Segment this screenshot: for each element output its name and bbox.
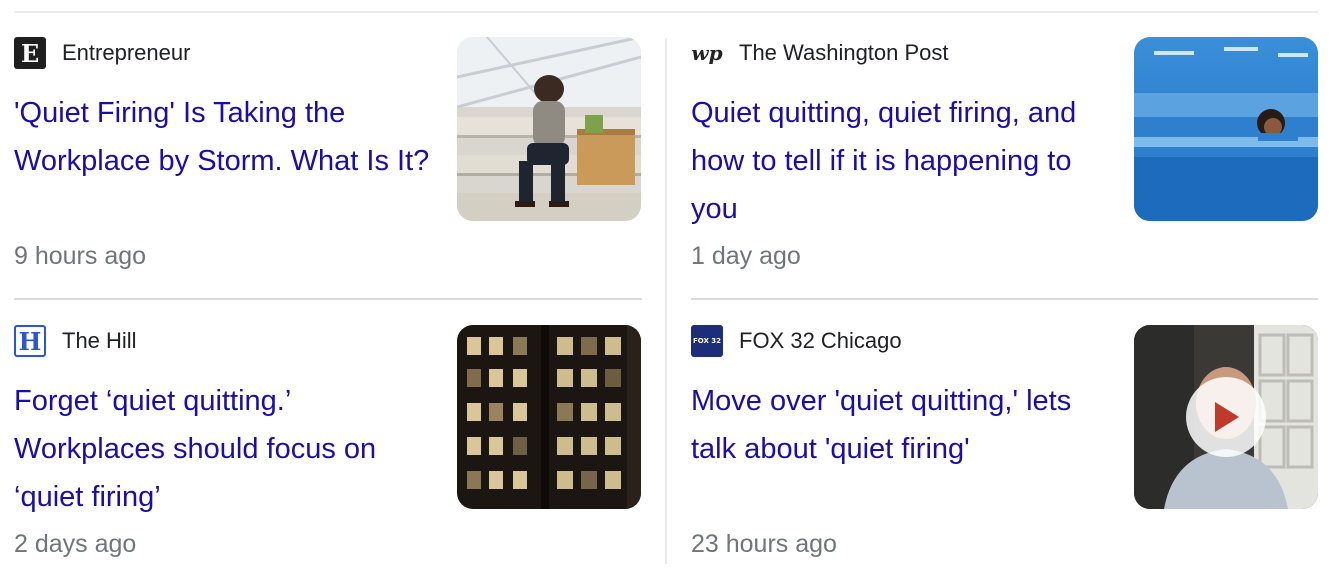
news-card-washington-post[interactable]: wp The Washington Post Quiet quitting, q… <box>691 37 1319 287</box>
news-card-fox32-chicago[interactable]: FOX 32 FOX 32 Chicago Move over 'quiet q… <box>691 325 1319 570</box>
news-headline[interactable]: 'Quiet Firing' Is Taking the Workplace b… <box>14 89 439 185</box>
top-stories-grid: E Entrepreneur 'Quiet Firing' Is Taking … <box>0 0 1332 570</box>
news-thumbnail[interactable] <box>1134 325 1318 509</box>
news-headline[interactable]: Move over 'quiet quitting,' lets talk ab… <box>691 377 1116 473</box>
row-divider-right <box>691 298 1318 300</box>
source-name: The Washington Post <box>739 40 949 65</box>
source-name: FOX 32 Chicago <box>739 328 902 353</box>
news-thumbnail[interactable] <box>457 37 641 221</box>
news-source: wp The Washington Post <box>691 37 949 69</box>
news-timestamp: 2 days ago <box>14 530 137 558</box>
news-headline[interactable]: Forget ‘quiet quitting.’ Workplaces shou… <box>14 377 439 521</box>
play-icon <box>1215 402 1239 432</box>
news-card-the-hill[interactable]: H The Hill Forget ‘quiet quitting.’ Work… <box>14 325 642 570</box>
woman-peeking-over-cubicle-image <box>1134 37 1318 221</box>
news-card-entrepreneur[interactable]: E Entrepreneur 'Quiet Firing' Is Taking … <box>14 37 642 287</box>
washington-post-logo-icon: wp <box>691 37 723 69</box>
source-name: The Hill <box>62 328 137 353</box>
fox32-logo-text: FOX 32 <box>692 336 722 345</box>
news-timestamp: 9 hours ago <box>14 242 147 270</box>
source-name: Entrepreneur <box>62 40 191 65</box>
news-thumbnail[interactable] <box>1134 37 1318 221</box>
news-source: E Entrepreneur <box>14 37 190 69</box>
the-hill-logo-icon: H <box>14 325 46 357</box>
office-building-night-windows-image <box>457 325 641 509</box>
news-timestamp: 1 day ago <box>691 242 801 270</box>
news-source: H The Hill <box>14 325 137 357</box>
entrepreneur-logo-icon: E <box>14 37 46 69</box>
news-timestamp: 23 hours ago <box>691 530 837 558</box>
fox32-logo-icon: FOX 32 <box>691 325 723 357</box>
column-divider <box>665 38 667 564</box>
news-headline[interactable]: Quiet quitting, quiet firing, and how to… <box>691 89 1116 233</box>
woman-sitting-on-steps-with-box-image <box>457 37 641 221</box>
row-divider-left <box>14 298 642 300</box>
news-thumbnail[interactable] <box>457 325 641 509</box>
video-play-button[interactable] <box>1186 377 1266 457</box>
top-divider <box>14 11 1318 13</box>
news-source: FOX 32 FOX 32 Chicago <box>691 325 902 357</box>
